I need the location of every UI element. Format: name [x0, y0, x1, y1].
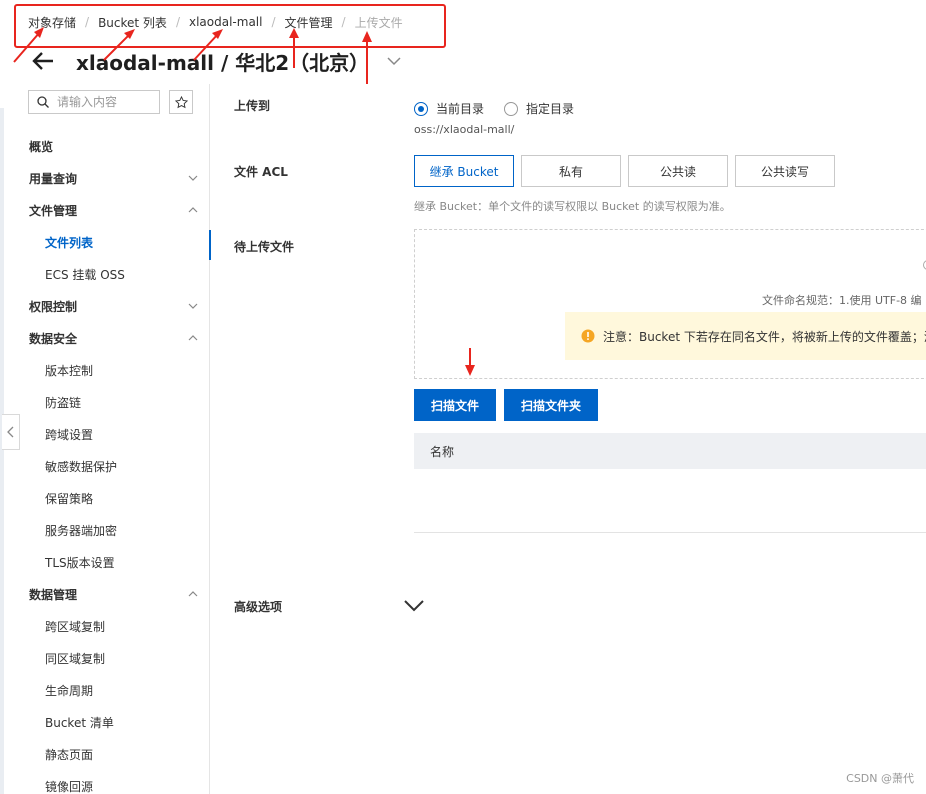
sidebar-search — [28, 90, 160, 114]
radio-specified-directory[interactable]: 指定目录 — [504, 100, 574, 117]
sidebar-item-label: Bucket 清单 — [45, 715, 114, 730]
acl-inherit-bucket-button[interactable]: 继承 Bucket — [414, 155, 514, 187]
sidebar-item-hotlink-protection[interactable]: 防盗链 — [0, 386, 210, 418]
sidebar-item-label: 权限控制 — [29, 299, 78, 314]
radio-checked-icon — [414, 101, 428, 116]
page-title: xlaodal-mall / 华北2（北京） — [76, 50, 370, 75]
chevron-up-icon — [188, 591, 198, 597]
annotation-highlight-box — [14, 4, 446, 48]
upload-target-radio-group: 当前目录 指定目录 — [414, 100, 594, 117]
advanced-options-label: 高级选项 — [234, 600, 283, 614]
sidebar-item-same-region-replication[interactable]: 同区域复制 — [0, 642, 210, 674]
sidebar-item-cross-region-replication[interactable]: 跨区域复制 — [0, 610, 210, 642]
sidebar-item-file-management[interactable]: 文件管理 — [0, 194, 210, 226]
page-header: xlaodal-mall / 华北2（北京） — [30, 46, 401, 76]
sidebar-item-lifecycle[interactable]: 生命周期 — [0, 674, 210, 706]
chevron-down-icon — [188, 175, 198, 181]
sidebar-item-cors[interactable]: 跨域设置 — [0, 418, 210, 450]
table-divider — [414, 532, 926, 533]
warning-text: 注意：Bucket 下若存在同名文件，将被新上传的文件覆盖；添 — [603, 329, 926, 344]
sidebar-item-ecs-mount[interactable]: ECS 挂载 OSS — [0, 258, 210, 290]
naming-rule-text: 文件命名规范：1.使用 UTF-8 编 — [762, 294, 922, 307]
radio-label: 指定目录 — [526, 102, 575, 116]
sidebar-item-label: 服务器端加密 — [45, 523, 118, 538]
overwrite-warning: 注意：Bucket 下若存在同名文件，将被新上传的文件覆盖；添 — [565, 312, 926, 360]
sidebar-item-data-management[interactable]: 数据管理 — [0, 578, 210, 610]
sidebar-item-label: 防盗链 — [45, 395, 82, 410]
sidebar-item-label: 文件列表 — [45, 235, 94, 250]
search-input[interactable] — [57, 95, 153, 109]
upload-to-label: 上传到 — [234, 99, 271, 113]
sidebar-item-access-control[interactable]: 权限控制 — [0, 290, 210, 322]
file-dropzone[interactable]: 文件命名规范：1.使用 UTF-8 编 注意：Bucket 下若存在同名文件，将… — [414, 229, 926, 379]
radio-label: 当前目录 — [436, 102, 485, 116]
sidebar-item-label: 数据管理 — [29, 587, 78, 602]
sidebar-item-data-security[interactable]: 数据安全 — [0, 322, 210, 354]
sidebar-item-file-list[interactable]: 文件列表 — [0, 226, 211, 260]
acl-option-group: 继承 Bucket 私有 公共读 公共读写 — [414, 155, 842, 187]
warning-icon — [581, 329, 595, 343]
arrow-left-icon[interactable] — [30, 48, 56, 74]
sidebar-item-label: 版本控制 — [45, 363, 94, 378]
acl-hint: 继承 Bucket：单个文件的读写权限以 Bucket 的读写权限为准。 — [414, 200, 731, 213]
scan-file-button[interactable]: 扫描文件 — [414, 389, 496, 421]
chevron-down-icon[interactable] — [403, 597, 425, 613]
scan-folder-button[interactable]: 扫描文件夹 — [504, 389, 598, 421]
acl-public-read-write-button[interactable]: 公共读写 — [735, 155, 835, 187]
sidebar-item-encryption[interactable]: 服务器端加密 — [0, 514, 210, 546]
sidebar-item-static-page[interactable]: 静态页面 — [0, 738, 210, 770]
chevron-down-icon — [188, 303, 198, 309]
sidebar-item-label: 同区域复制 — [45, 651, 106, 666]
radio-unchecked-icon — [504, 101, 519, 116]
chevron-up-icon — [188, 335, 198, 341]
sidebar: 概览 用量查询 文件管理 文件列表 ECS 挂载 OSS 权限控制 数据安全 版… — [0, 84, 211, 794]
upload-path: oss://xlaodal-mall/ — [414, 123, 515, 136]
chevron-up-icon — [188, 207, 198, 213]
file-table-header: 名称 — [414, 433, 926, 469]
pending-files-label: 待上传文件 — [234, 240, 295, 254]
star-icon — [174, 95, 188, 108]
acl-private-button[interactable]: 私有 — [521, 155, 621, 187]
sidebar-item-label: 概览 — [29, 139, 54, 154]
column-header-name: 名称 — [430, 444, 455, 459]
chevron-left-icon — [6, 426, 13, 438]
sidebar-item-retention[interactable]: 保留策略 — [0, 482, 210, 514]
sidebar-item-label: 跨域设置 — [45, 427, 94, 442]
sidebar-item-label: 敏感数据保护 — [45, 459, 118, 474]
sidebar-item-label: 镜像回源 — [45, 779, 94, 794]
sidebar-item-usage[interactable]: 用量查询 — [0, 162, 210, 194]
sidebar-item-label: 文件管理 — [29, 203, 78, 218]
sidebar-item-label: 数据安全 — [29, 331, 78, 346]
acl-public-read-button[interactable]: 公共读 — [628, 155, 728, 187]
sidebar-nav: 概览 用量查询 文件管理 文件列表 ECS 挂载 OSS 权限控制 数据安全 版… — [0, 130, 211, 794]
sidebar-item-sensitive-data[interactable]: 敏感数据保护 — [0, 450, 210, 482]
file-acl-label: 文件 ACL — [234, 165, 288, 179]
sidebar-item-versioning[interactable]: 版本控制 — [0, 354, 210, 386]
sidebar-item-inventory[interactable]: Bucket 清单 — [0, 706, 210, 738]
sidebar-item-label: 保留策略 — [45, 491, 94, 506]
sidebar-item-overview[interactable]: 概览 — [0, 130, 210, 162]
favorite-button[interactable] — [169, 90, 193, 114]
sidebar-collapse-handle[interactable] — [2, 414, 20, 450]
sidebar-item-label: ECS 挂载 OSS — [45, 267, 125, 282]
sidebar-item-label: 跨区域复制 — [45, 619, 106, 634]
sidebar-item-mirror-origin[interactable]: 镜像回源 — [0, 770, 210, 794]
page: 对象存储 / Bucket 列表 / xlaodal-mall / 文件管理 /… — [0, 0, 926, 794]
sidebar-item-label: 用量查询 — [29, 171, 78, 186]
sidebar-item-label: 生命周期 — [45, 683, 94, 698]
sidebar-item-label: TLS版本设置 — [45, 555, 115, 570]
watermark: CSDN @萧代 — [846, 772, 914, 785]
radio-current-directory[interactable]: 当前目录 — [414, 100, 484, 117]
sidebar-item-tls[interactable]: TLS版本设置 — [0, 546, 210, 578]
chevron-down-icon[interactable] — [387, 54, 401, 68]
search-icon — [37, 96, 49, 108]
sidebar-item-label: 静态页面 — [45, 747, 94, 762]
